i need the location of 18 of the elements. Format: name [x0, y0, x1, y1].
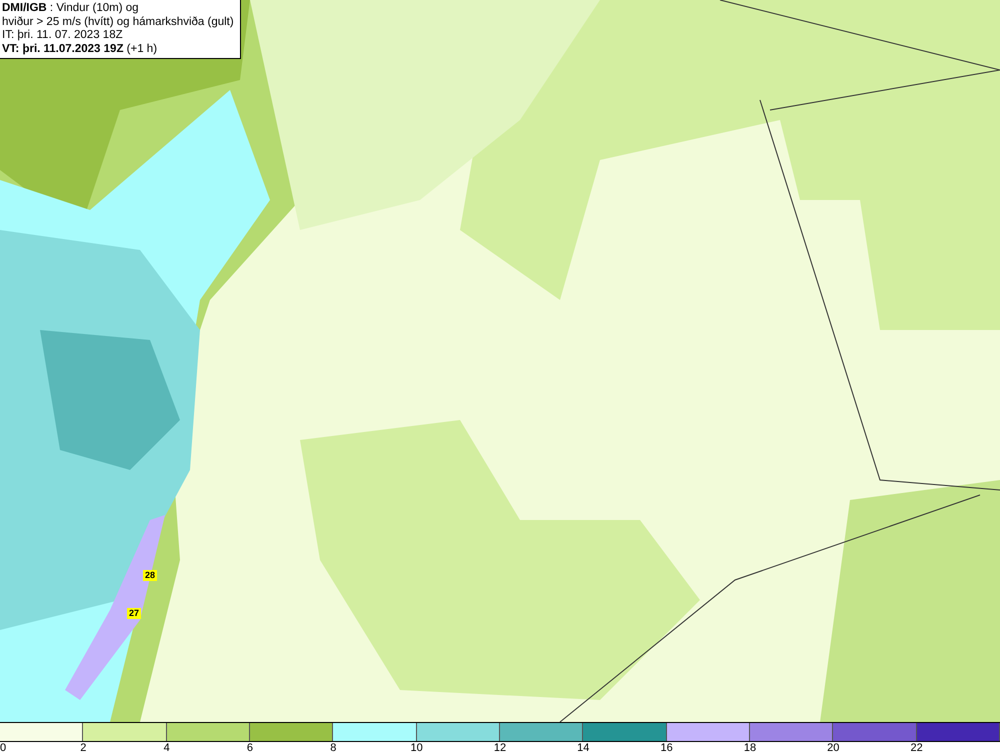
legend-label: 22: [910, 742, 923, 753]
info-text: hviður > 25 m/s (hvítt) og hámarkshviða (gult): [2, 16, 234, 29]
legend-label: 4: [164, 742, 170, 753]
legend-label: 8: [330, 742, 336, 753]
legend-label: 18: [744, 742, 756, 753]
info-text: IT: þri. 11. 07. 2023 18Z: [2, 29, 124, 42]
info-text: VT: þri. 11.07.2023 19Z (+1 h): [2, 42, 158, 56]
legend-label: 14: [577, 742, 590, 753]
legend-label: 0: [0, 742, 6, 753]
legend-label: 12: [494, 742, 506, 753]
gust-label: 28: [143, 570, 158, 581]
info-text: DMI/IGB : Vindur (10m) og: [2, 2, 140, 16]
legend-label: 10: [410, 742, 423, 753]
legend-label: 2: [80, 742, 86, 753]
gust-label: 27: [127, 608, 142, 619]
legend-label: 6: [246, 742, 254, 753]
legend-label: 16: [660, 742, 673, 753]
legend-label: 20: [827, 742, 840, 753]
